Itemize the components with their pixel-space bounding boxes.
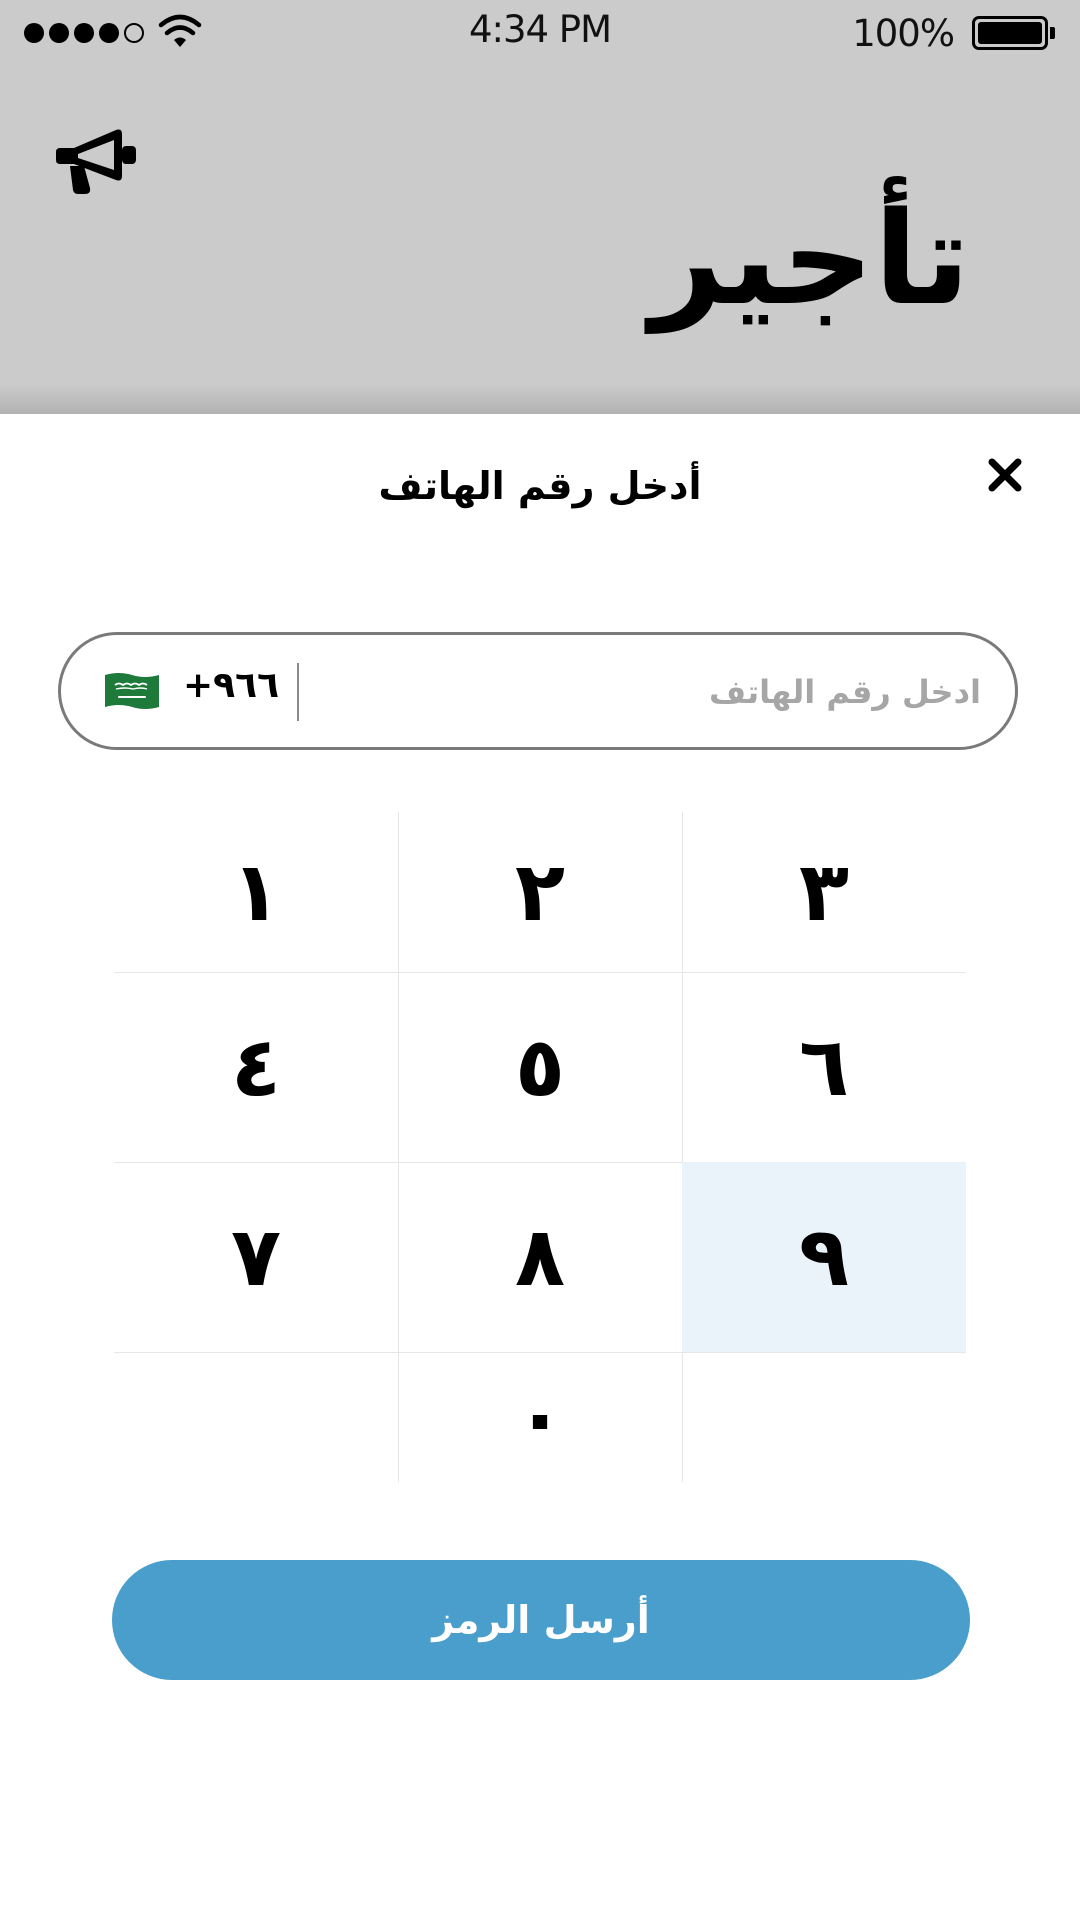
- battery-percentage: 100%: [852, 12, 955, 55]
- phone-sheet: أدخل رقم الهاتف +٩٦٦ ١: [0, 414, 1080, 1920]
- keypad-key-blank-right: [682, 1352, 966, 1482]
- battery-cap: [1050, 27, 1055, 39]
- keypad-key-5[interactable]: ٥: [398, 972, 682, 1162]
- app-header: 4:34 PM 100% تأجير: [0, 0, 1080, 414]
- phone-entry-screen: 4:34 PM 100% تأجير أدخل رقم الهاتف +٩٦٦ …: [0, 0, 1080, 1920]
- keypad-key-9[interactable]: ٩: [682, 1162, 966, 1352]
- keypad-key-6[interactable]: ٦: [682, 972, 966, 1162]
- keypad-key-8[interactable]: ٨: [398, 1162, 682, 1352]
- close-icon: [988, 458, 1022, 492]
- close-button[interactable]: [980, 450, 1030, 500]
- keypad-key-0[interactable]: ٠: [398, 1352, 682, 1482]
- phone-number-input[interactable]: [321, 657, 981, 727]
- saudi-flag-icon[interactable]: [105, 671, 159, 711]
- keypad-key-blank-left: [114, 1352, 398, 1482]
- keypad-key-1[interactable]: ١: [114, 812, 398, 972]
- megaphone-icon[interactable]: [56, 124, 140, 196]
- status-bar: 4:34 PM 100%: [0, 0, 1080, 64]
- keypad-key-4[interactable]: ٤: [114, 972, 398, 1162]
- header-shadow: [0, 384, 1080, 414]
- phone-number-field[interactable]: +٩٦٦: [58, 632, 1018, 750]
- sheet-title: أدخل رقم الهاتف: [378, 464, 702, 508]
- field-divider: [297, 663, 299, 721]
- country-code[interactable]: +٩٦٦: [183, 665, 279, 706]
- battery-icon: [972, 16, 1048, 50]
- app-title: تأجير: [649, 185, 970, 334]
- keypad-key-3[interactable]: ٣: [682, 812, 966, 972]
- keypad-key-7[interactable]: ٧: [114, 1162, 398, 1352]
- send-code-button[interactable]: أرسل الرمز: [112, 1560, 970, 1680]
- keypad-key-2[interactable]: ٢: [398, 812, 682, 972]
